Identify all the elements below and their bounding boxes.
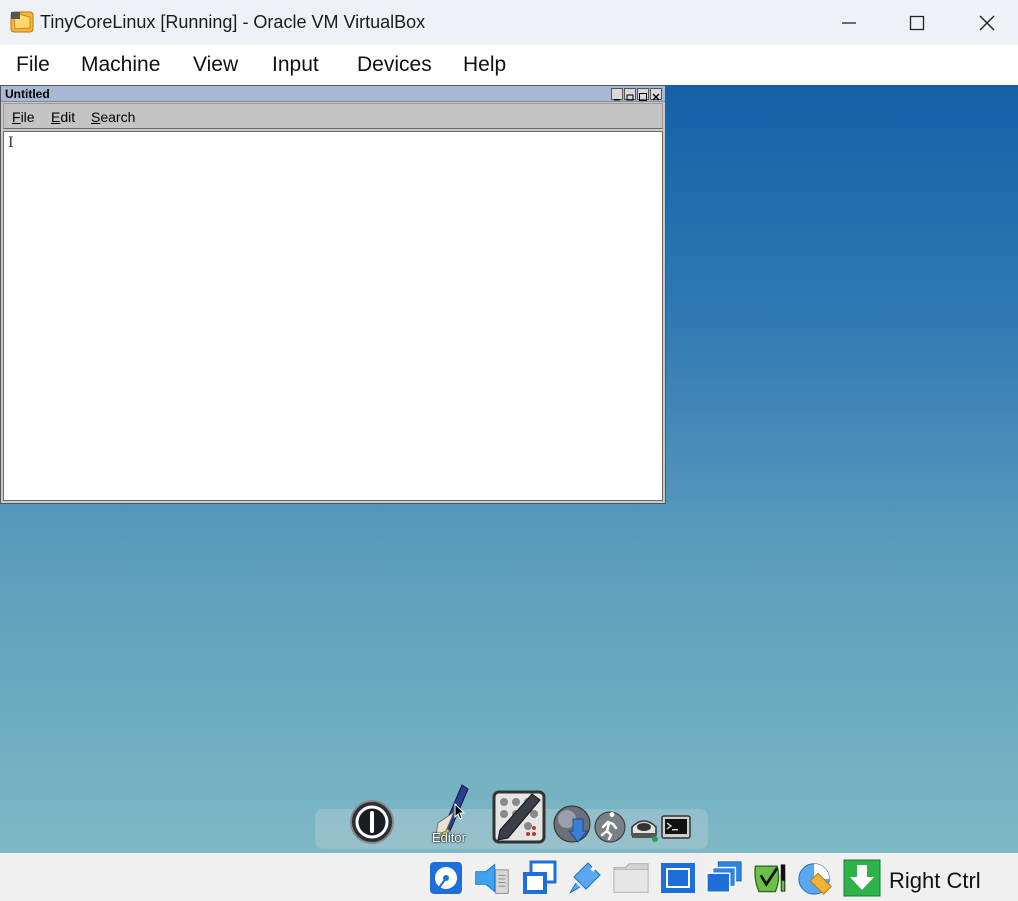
- menu-bar: File Machine View Input Devices Help: [0, 45, 1018, 85]
- menu-label-rest: ile: [20, 109, 35, 125]
- window-title: TinyCoreLinux [Running] - Oracle VM Virt…: [40, 12, 426, 32]
- mouse-pointer-icon: [454, 803, 466, 820]
- terminal-icon[interactable]: [661, 815, 691, 841]
- close-button[interactable]: [952, 0, 1018, 45]
- editor-window: Untitled File Edit Search I: [0, 85, 666, 504]
- editor-menu-bar: File Edit Search: [3, 103, 663, 129]
- usb-icon[interactable]: [566, 859, 604, 897]
- editor-minimize-button[interactable]: [611, 88, 623, 101]
- mount-icon[interactable]: [628, 811, 660, 843]
- menu-machine[interactable]: Machine: [81, 53, 160, 77]
- editor-restore-button[interactable]: [624, 88, 636, 101]
- guest-desktop[interactable]: Untitled File Edit Search I Editor: [0, 85, 1018, 853]
- menu-label-rest: dit: [60, 109, 76, 125]
- control-panel-icon[interactable]: [490, 788, 548, 846]
- title-bar: TinyCoreLinux [Running] - Oracle VM Virt…: [0, 0, 1018, 45]
- dock-hover-label: Editor: [432, 830, 466, 845]
- restore-icon: [626, 94, 634, 101]
- menu-mnemonic: F: [12, 109, 21, 125]
- editor-menu-edit[interactable]: Edit: [51, 109, 75, 125]
- editor-title-bar[interactable]: Untitled: [1, 86, 665, 102]
- menu-file[interactable]: File: [16, 53, 50, 77]
- status-bar: Right Ctrl: [0, 853, 1018, 901]
- editor-menu-search[interactable]: Search: [91, 109, 135, 125]
- text-cursor: I: [8, 135, 14, 151]
- shared-folder-icon[interactable]: [612, 859, 650, 897]
- editor-menu-file[interactable]: File: [12, 109, 35, 125]
- network-icon[interactable]: [520, 859, 558, 897]
- menu-mnemonic: S: [91, 109, 101, 125]
- menu-devices[interactable]: Devices: [357, 53, 432, 77]
- editor-text-area[interactable]: I: [3, 131, 663, 501]
- run-icon[interactable]: [594, 811, 626, 843]
- editor-close-button[interactable]: [650, 88, 662, 101]
- optical-drive-icon[interactable]: [473, 859, 511, 897]
- editor-title: Untitled: [5, 87, 50, 101]
- close-icon: [979, 15, 995, 30]
- menu-mnemonic: E: [51, 109, 61, 125]
- editor-maximize-button[interactable]: [637, 88, 649, 101]
- power-icon[interactable]: [349, 799, 395, 845]
- menu-view[interactable]: View: [193, 53, 238, 77]
- maximize-icon: [909, 15, 925, 30]
- minimize-icon: [842, 21, 856, 24]
- cpu-icon[interactable]: [843, 859, 881, 897]
- recording-icon[interactable]: [705, 859, 743, 897]
- minimize-icon: [614, 99, 620, 101]
- guest-additions-icon[interactable]: [750, 859, 788, 897]
- apps-icon[interactable]: [553, 805, 593, 845]
- display-icon[interactable]: [659, 859, 697, 897]
- menu-input[interactable]: Input: [272, 53, 319, 77]
- maximize-button[interactable]: [882, 0, 952, 45]
- host-key-label: Right Ctrl: [889, 868, 981, 893]
- menu-label-rest: earch: [100, 109, 136, 125]
- mouse-integration-icon[interactable]: [797, 859, 835, 897]
- maximize-icon: [639, 93, 647, 101]
- hard-disk-icon[interactable]: [427, 859, 465, 897]
- virtualbox-app-icon: [10, 11, 34, 33]
- menu-help[interactable]: Help: [463, 53, 506, 77]
- close-icon: [652, 93, 660, 101]
- minimize-button[interactable]: [814, 0, 884, 45]
